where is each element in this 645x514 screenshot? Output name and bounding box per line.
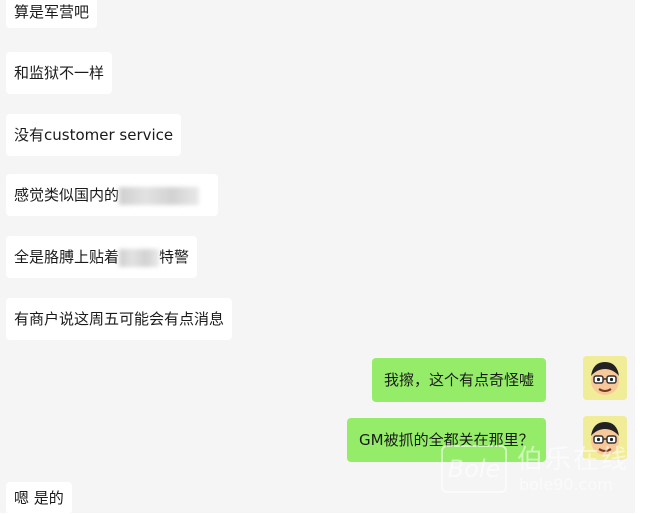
message-text: 我擦，这个有点奇怪嘘 <box>384 371 535 389</box>
watermark-logo: Bole <box>441 445 507 493</box>
message-text: 感觉类似国内的 <box>14 186 120 204</box>
redacted-blur <box>119 186 200 205</box>
message-bubble[interactable]: 全是胳膊上贴着 特警 <box>6 236 198 278</box>
message-bubble[interactable]: 嗯 是的 <box>6 482 72 514</box>
message-bubble[interactable]: 有商户说这周五可能会有点消息 <box>6 298 233 340</box>
right-edge <box>635 0 645 513</box>
message-bubble[interactable]: 感觉类似国内的 <box>6 174 218 216</box>
watermark: Bole 伯乐在线 bole90.com <box>441 439 631 501</box>
message-bubble[interactable]: 没有customer service <box>6 114 182 156</box>
message-bubble[interactable]: 算是军营吧 <box>6 0 98 28</box>
redacted-blur <box>119 248 160 267</box>
message-text: 和监狱不一样 <box>14 64 105 82</box>
message-text: 全是胳膊上贴着 <box>14 248 120 266</box>
message-bubble[interactable]: 我擦，这个有点奇怪嘘 <box>372 358 547 402</box>
message-text: 有商户说这周五可能会有点消息 <box>14 310 225 328</box>
user-avatar[interactable] <box>583 356 627 400</box>
message-text: 算是军营吧 <box>14 3 90 21</box>
watermark-name: 伯乐在线 <box>517 445 630 475</box>
watermark-url: bole90.com <box>519 475 613 494</box>
chat-window: 算是军营吧 和监狱不一样 没有customer service 感觉类似国内的 … <box>0 0 645 514</box>
message-text: 嗯 是的 <box>14 489 64 507</box>
message-text: 特警 <box>159 248 190 266</box>
avatar-face-icon <box>583 356 627 400</box>
message-text: 没有customer service <box>14 126 174 144</box>
message-bubble[interactable]: 和监狱不一样 <box>6 52 113 94</box>
